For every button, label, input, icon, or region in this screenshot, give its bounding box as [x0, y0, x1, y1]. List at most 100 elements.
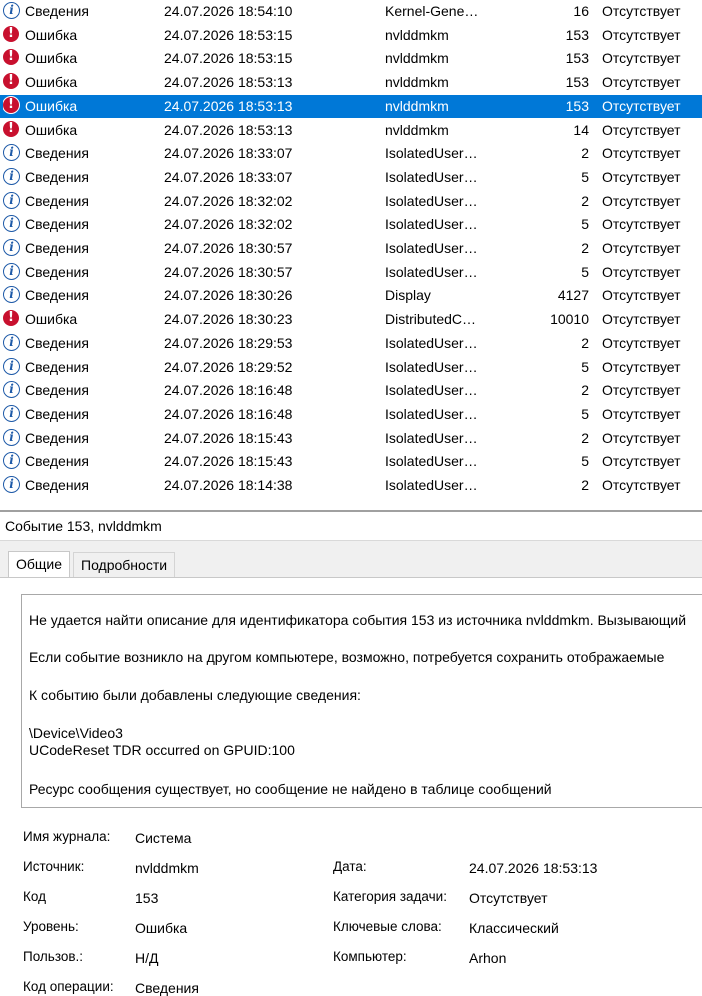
- event-date: 24.07.2026 18:16:48: [164, 405, 293, 422]
- event-category: Отсутствует: [602, 26, 681, 43]
- event-category: Отсутствует: [602, 50, 681, 67]
- event-level: Ошибка: [25, 26, 78, 43]
- event-code: 2: [581, 192, 589, 209]
- event-row[interactable]: i Сведения 24.07.2026 18:15:43 IsolatedUser…: [0, 427, 702, 450]
- event-date: 24.07.2026 18:33:07: [164, 145, 293, 162]
- event-code: 5: [581, 358, 589, 375]
- event-category: Отсутствует: [602, 121, 681, 138]
- event-row[interactable]: i Сведения 24.07.2026 18:16:48 IsolatedUser…: [0, 403, 702, 426]
- error-icon: !: [3, 73, 19, 90]
- event-code: 10010: [550, 311, 589, 328]
- event-date: 24.07.2026 18:54:10: [164, 3, 293, 19]
- event-row[interactable]: i Сведения 24.07.2026 18:29:53 IsolatedUser…: [0, 332, 702, 355]
- event-level-icon: i: [3, 0, 21, 23]
- tab-general[interactable]: Общие: [8, 551, 71, 578]
- description-line: К событию были добавлены следующие сведе…: [29, 687, 361, 703]
- event-source: nvlddmkm: [385, 97, 449, 114]
- event-code: 14: [573, 121, 589, 138]
- event-source: IsolatedUser…: [385, 477, 478, 493]
- event-row-selected[interactable]: ! Ошибка 24.07.2026 18:53:13 nvlddmkm 153 Отс…: [0, 94, 702, 118]
- event-date: 24.07.2026 18:32:02: [164, 192, 293, 209]
- error-icon: !: [3, 49, 19, 66]
- info-icon: i: [3, 191, 20, 209]
- event-level-icon: i: [3, 142, 21, 165]
- event-source: IsolatedUser…: [385, 168, 478, 185]
- event-category: Отсутствует: [602, 74, 681, 91]
- event-date: 24.07.2026 18:29:53: [164, 334, 293, 351]
- event-level-icon: i: [3, 356, 21, 379]
- event-row[interactable]: i Сведения 24.07.2026 18:30:57 IsolatedUser…: [0, 261, 702, 284]
- date-label: Дата:: [333, 859, 367, 874]
- event-code: 2: [581, 240, 589, 256]
- event-date: 24.07.2026 18:53:13: [164, 121, 293, 138]
- event-row[interactable]: ! Ошибка 24.07.2026 18:30:23 DistributedC… 1…: [0, 308, 702, 331]
- keywords-label: Ключевые слова:: [333, 919, 442, 934]
- details-tabs: Общие Подробности: [0, 541, 702, 578]
- event-source: IsolatedUser…: [385, 216, 478, 233]
- description-line: UCodeReset TDR occurred on GPUID:100: [29, 742, 295, 758]
- event-level: Сведения: [25, 3, 89, 19]
- event-row[interactable]: i Сведения 24.07.2026 18:54:10 Kernel-Gene……: [0, 0, 702, 23]
- tab-details[interactable]: Подробности: [73, 552, 176, 578]
- event-row[interactable]: ! Ошибка 24.07.2026 18:53:15 nvlddmkm 153 Отс…: [0, 24, 702, 47]
- info-icon: i: [3, 452, 20, 470]
- event-level-icon: i: [3, 332, 21, 355]
- code-value: 153: [135, 890, 159, 906]
- event-level: Сведения: [25, 145, 89, 162]
- source-value: nvlddmkm: [135, 860, 199, 876]
- event-source: IsolatedUser…: [385, 453, 478, 470]
- event-code: 2: [581, 334, 589, 351]
- event-code: 16: [573, 3, 589, 19]
- task-category-label: Категория задачи:: [333, 889, 447, 904]
- event-category: Отсутствует: [602, 97, 681, 114]
- event-level: Сведения: [25, 334, 89, 351]
- general-tab-panel: Не удается найти описание для идентифика…: [0, 577, 702, 996]
- event-date: 24.07.2026 18:16:48: [164, 382, 293, 399]
- details-title: Событие 153, nvlddmkm: [5, 518, 162, 534]
- date-value: 24.07.2026 18:53:13: [469, 860, 598, 876]
- description-line: \Device\Video3: [29, 725, 123, 741]
- event-code: 4127: [557, 287, 589, 304]
- event-category: Отсутствует: [602, 3, 681, 19]
- event-source: nvlddmkm: [385, 50, 449, 67]
- computer-value: Arhon: [469, 950, 507, 966]
- event-row[interactable]: i Сведения 24.07.2026 18:14:38 IsolatedUser…: [0, 474, 702, 497]
- event-level: Сведения: [25, 192, 89, 209]
- event-row[interactable]: i Сведения 24.07.2026 18:15:43 IsolatedUser…: [0, 450, 702, 473]
- event-list[interactable]: i Сведения 24.07.2026 18:54:10 Kernel-Gene……: [0, 0, 702, 510]
- error-icon: !: [3, 310, 19, 327]
- event-row[interactable]: i Сведения 24.07.2026 18:32:02 IsolatedUser…: [0, 213, 702, 236]
- info-icon: i: [3, 404, 20, 422]
- event-date: 24.07.2026 18:30:26: [164, 287, 293, 304]
- source-label: Источник:: [23, 859, 85, 874]
- info-icon: i: [3, 286, 20, 304]
- event-category: Отсутствует: [602, 216, 681, 233]
- event-code: 2: [581, 429, 589, 446]
- event-date: 24.07.2026 18:33:07: [164, 168, 293, 185]
- event-level: Сведения: [25, 453, 89, 470]
- event-source: IsolatedUser…: [385, 382, 478, 399]
- event-row[interactable]: i Сведения 24.07.2026 18:32:02 IsolatedUser…: [0, 190, 702, 213]
- event-level-icon: i: [3, 427, 21, 450]
- keywords-value: Классический: [469, 920, 559, 936]
- event-row[interactable]: ! Ошибка 24.07.2026 18:53:15 nvlddmkm 153 Отс…: [0, 47, 702, 70]
- event-row[interactable]: i Сведения 24.07.2026 18:30:57 IsolatedUser…: [0, 237, 702, 260]
- event-source: DistributedC…: [385, 311, 477, 328]
- event-level-icon: i: [3, 190, 21, 213]
- event-row[interactable]: i Сведения 24.07.2026 18:29:52 IsolatedUser…: [0, 356, 702, 379]
- event-row[interactable]: ! Ошибка 24.07.2026 18:53:13 nvlddmkm 153 Отс…: [0, 71, 702, 94]
- event-description-box[interactable]: Не удается найти описание для идентифика…: [21, 594, 702, 808]
- event-level-icon: !: [3, 24, 21, 47]
- event-source: IsolatedUser…: [385, 192, 478, 209]
- event-level-icon: !: [3, 308, 21, 331]
- event-row[interactable]: i Сведения 24.07.2026 18:33:07 IsolatedUser…: [0, 142, 702, 165]
- event-row[interactable]: i Сведения 24.07.2026 18:33:07 IsolatedUser…: [0, 166, 702, 189]
- event-row[interactable]: ! Ошибка 24.07.2026 18:53:13 nvlddmkm 14 Отсу…: [0, 119, 702, 142]
- event-category: Отсутствует: [602, 477, 681, 493]
- event-row[interactable]: i Сведения 24.07.2026 18:30:26 Display 4127 О…: [0, 284, 702, 307]
- event-row[interactable]: i Сведения 24.07.2026 18:16:48 IsolatedUser…: [0, 379, 702, 402]
- event-category: Отсутствует: [602, 263, 681, 280]
- event-level-icon: !: [3, 119, 21, 142]
- event-code: 5: [581, 168, 589, 185]
- event-code: 153: [565, 97, 589, 114]
